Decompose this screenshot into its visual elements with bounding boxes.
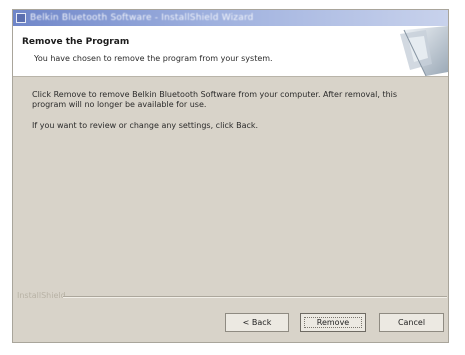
page-subtitle: You have chosen to remove the program fr… — [34, 54, 273, 63]
window-title: Belkin Bluetooth Software - InstallShiel… — [30, 13, 254, 23]
back-instructions: If you want to review or change any sett… — [32, 121, 259, 130]
installshield-brand-label: InstallShield — [17, 291, 66, 300]
computer-graphic-icon — [386, 26, 448, 76]
back-button-label: < Back — [242, 318, 272, 327]
back-button[interactable]: < Back — [225, 313, 289, 332]
installer-app-icon — [16, 13, 26, 23]
remove-instructions: Click Remove to remove Belkin Bluetooth … — [32, 90, 398, 109]
installshield-wizard-window: Belkin Bluetooth Software - InstallShiel… — [12, 9, 449, 343]
remove-button-label: Remove — [316, 318, 350, 327]
wizard-header: Remove the Program You have chosen to re… — [13, 26, 448, 77]
cancel-button-label: Cancel — [397, 318, 426, 327]
footer-divider — [63, 296, 447, 298]
page-title: Remove the Program — [22, 37, 130, 47]
remove-button[interactable]: Remove — [300, 313, 366, 332]
cancel-button[interactable]: Cancel — [379, 313, 444, 332]
title-bar[interactable]: Belkin Bluetooth Software - InstallShiel… — [13, 10, 448, 26]
